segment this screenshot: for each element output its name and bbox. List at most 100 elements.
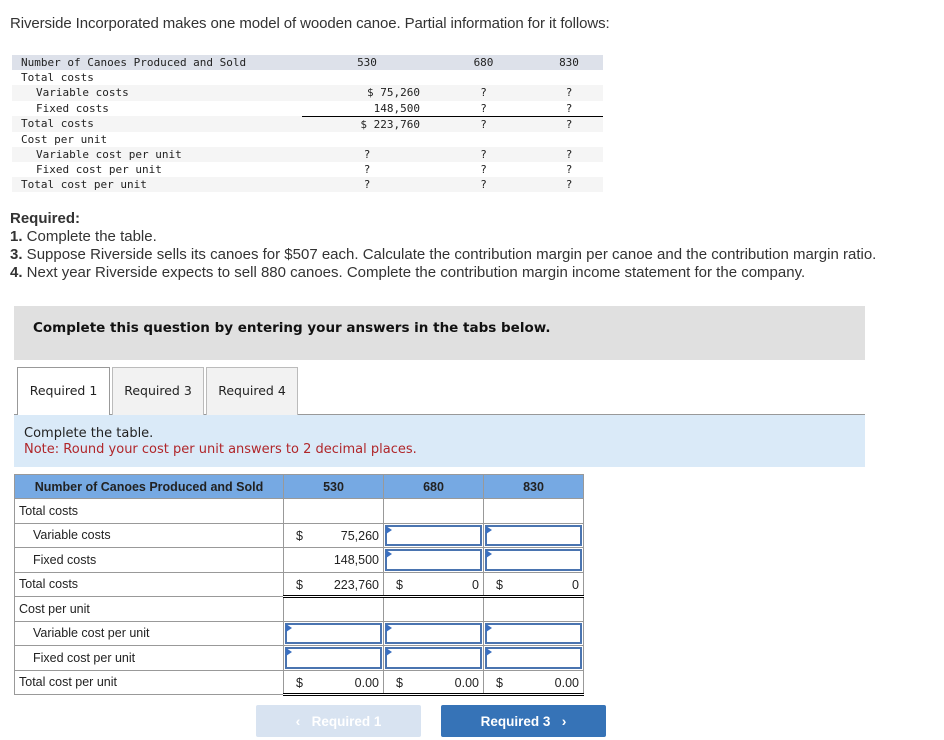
fixed-costs-530: 148,500	[283, 547, 384, 573]
tab-required-1[interactable]: Required 1	[17, 367, 110, 416]
tab-required-4[interactable]: Required 4	[206, 367, 298, 415]
table-row-variable-costs: Variable costs $ 75,260	[14, 522, 584, 548]
row-label: Variable cost per unit	[14, 620, 284, 646]
info-row-label: Fixed cost per unit	[36, 163, 162, 177]
answer-table: Number of Canoes Produced and Sold 530 6…	[14, 474, 584, 696]
table-row-fixed-cost-per-unit: Fixed cost per unit	[14, 645, 584, 671]
variable-cpu-830-input[interactable]	[485, 622, 582, 644]
input-cell	[383, 620, 484, 646]
info-cell: ?	[535, 85, 603, 101]
info-row: Variable cost per unit ? ? ?	[12, 146, 603, 162]
required-item-text: Next year Riverside expects to sell 880 …	[22, 264, 806, 281]
info-cell: ?	[363, 163, 371, 177]
variable-costs-680-input[interactable]	[385, 524, 482, 546]
variable-cpu-680-input[interactable]	[385, 622, 482, 644]
value: 0	[572, 577, 579, 592]
info-row: Fixed cost per unit ? ? ?	[12, 162, 603, 177]
info-header-830: 830	[535, 55, 603, 71]
info-cell: ?	[302, 177, 432, 193]
dollar-sign: $	[496, 577, 503, 592]
info-cell: ?	[565, 163, 573, 177]
prev-button-label: Required 1	[311, 714, 382, 729]
empty-cell	[483, 498, 584, 524]
row-label: Total costs	[14, 571, 284, 597]
table-row-total-costs: Total costs $ 223,760 $ 0 $ 0	[14, 571, 584, 598]
answer-header-680: 680	[383, 474, 484, 499]
value: 148,500	[333, 553, 379, 567]
tab-bar: Required 1 Required 3 Required 4	[14, 367, 865, 416]
variable-cpu-530-input[interactable]	[285, 622, 382, 644]
total-cpu-830: $ 0.00	[483, 669, 584, 696]
fixed-cpu-680-input[interactable]	[385, 647, 482, 669]
total-costs-680: $ 0	[383, 571, 484, 598]
required-item-4: 4. Next year Riverside expects to sell 8…	[10, 264, 876, 282]
info-cell	[432, 70, 535, 85]
required-item-text: Suppose Riverside sells its canoes for $…	[22, 246, 877, 263]
fixed-cpu-530-input[interactable]	[285, 647, 382, 669]
info-cell	[535, 132, 603, 147]
info-row-label: Variable cost per unit	[12, 146, 302, 162]
variable-costs-530: $ 75,260	[283, 522, 384, 548]
fixed-costs-680-input[interactable]	[385, 549, 482, 571]
empty-cell	[283, 498, 384, 524]
input-cell	[283, 620, 384, 646]
info-cell: ?	[432, 146, 535, 162]
info-cell	[302, 132, 432, 147]
answer-header-label: Number of Canoes Produced and Sold	[14, 474, 284, 499]
info-cell: ?	[302, 146, 432, 162]
value: 0.00	[554, 675, 579, 690]
row-label: Fixed cost per unit	[14, 645, 284, 671]
total-costs-530: $ 223,760	[283, 571, 384, 598]
row-label: Fixed costs	[14, 547, 284, 573]
info-cell: 148,500	[302, 100, 432, 117]
table-row-total-cost-per-unit: Total cost per unit $ 0.00 $ 0.00 $ 0.00	[14, 669, 584, 696]
info-cell: ?	[535, 177, 603, 193]
dollar-sign: $	[296, 528, 303, 543]
table-row-cost-per-unit-header: Cost per unit	[14, 596, 584, 622]
total-costs-830: $ 0	[483, 571, 584, 598]
variable-costs-830-input[interactable]	[485, 524, 582, 546]
fixed-cpu-830-input[interactable]	[485, 647, 582, 669]
info-header-row: Number of Canoes Produced and Sold 530 6…	[12, 55, 603, 71]
rounding-note: Note: Round your cost per unit answers t…	[24, 442, 417, 457]
table-row-variable-cost-per-unit: Variable cost per unit	[14, 620, 584, 646]
info-row-label: Cost per unit	[21, 132, 108, 146]
prev-required-button[interactable]: ‹ Required 1	[256, 705, 421, 737]
answer-header-830: 830	[483, 474, 584, 499]
info-row: Total cost per unit ? ? ?	[12, 177, 603, 193]
info-row: Cost per unit	[12, 132, 603, 147]
info-cell	[432, 132, 535, 147]
input-cell	[383, 645, 484, 671]
next-required-button[interactable]: Required 3 ›	[441, 705, 606, 737]
chevron-right-icon: ›	[561, 713, 567, 729]
tab-required-3[interactable]: Required 3	[112, 367, 204, 415]
info-header-label: Number of Canoes Produced and Sold	[12, 55, 302, 71]
info-row: Variable costs $ 75,260 ? ?	[12, 85, 603, 101]
empty-cell	[483, 596, 584, 622]
required-item-number: 1.	[10, 228, 23, 245]
required-item-number: 4.	[10, 264, 23, 281]
info-cell: ?	[432, 100, 535, 117]
info-row-label: Variable costs	[12, 85, 302, 101]
value: 0.00	[354, 675, 379, 690]
given-info-table: Number of Canoes Produced and Sold 530 6…	[12, 55, 603, 193]
dollar-sign: $	[296, 675, 303, 690]
info-cell: $ 223,760	[302, 116, 432, 132]
info-cell: ?	[432, 85, 535, 101]
dollar-sign: $	[396, 577, 403, 592]
info-cell: ?	[535, 146, 603, 162]
fixed-costs-830-input[interactable]	[485, 549, 582, 571]
info-row-label: Fixed costs	[36, 101, 109, 115]
row-label: Cost per unit	[14, 596, 284, 622]
dollar-sign: $	[296, 577, 303, 592]
instruction-banner: Complete this question by entering your …	[14, 306, 865, 360]
value: 223,760	[333, 577, 379, 592]
instruction-text: Complete this question by entering your …	[33, 320, 551, 336]
total-cpu-530: $ 0.00	[283, 669, 384, 696]
value: 75,260	[340, 528, 379, 543]
input-cell	[483, 620, 584, 646]
input-cell	[483, 547, 584, 573]
dollar-sign: $	[496, 675, 503, 690]
required-item-text: Complete the table.	[22, 228, 157, 245]
info-cell	[302, 70, 432, 85]
